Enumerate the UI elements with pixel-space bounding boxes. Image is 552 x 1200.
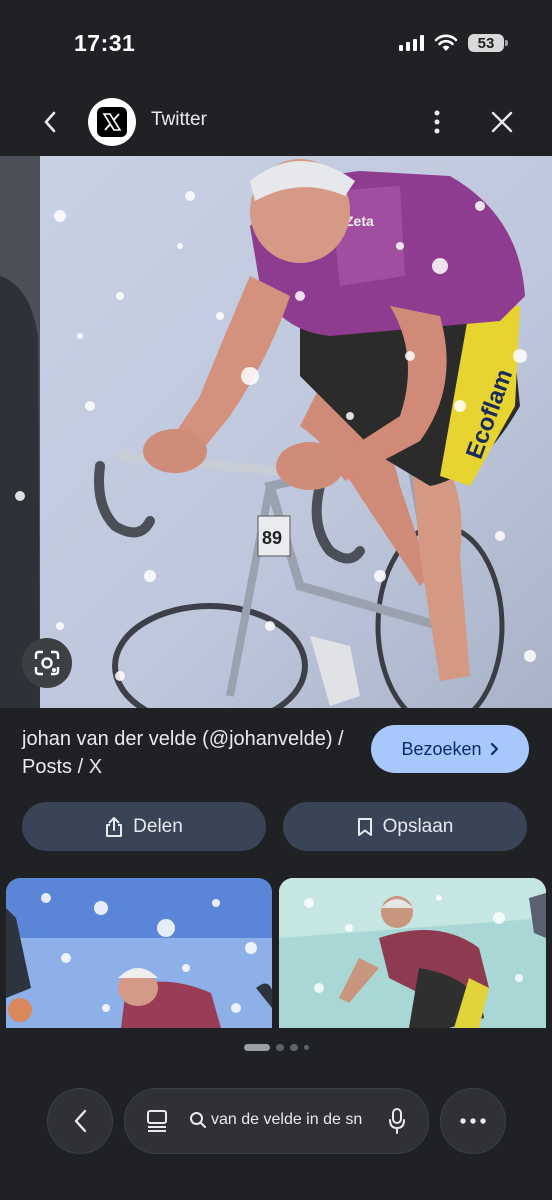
back-arrow-icon [74,1109,87,1133]
viewer-header: Twitter [0,90,552,154]
pager-dot-active [243,1044,270,1051]
more-horizontal-icon [460,1118,486,1124]
share-label: Delen [133,815,183,837]
search-bar[interactable]: van de velde in de sn [124,1088,429,1154]
more-button[interactable] [440,1088,506,1154]
status-bar: 17:31 53 [0,0,552,90]
chevron-right-icon [490,742,498,756]
visit-label: Bezoeken [401,738,482,759]
pager-dot [289,1044,298,1051]
status-time: 17:31 [74,30,136,56]
status-icons: 53 [399,34,508,52]
more-vertical-icon [434,110,440,134]
related-image-thumbnail[interactable] [6,878,272,1028]
tabs-icon[interactable] [145,1109,169,1133]
save-label: Opslaan [382,815,454,837]
result-title[interactable]: johan van der velde (@johanvelde) / Post… [22,725,352,781]
close-button[interactable] [482,102,522,142]
main-image[interactable]: 89 Ecoflam Zeta [0,156,552,708]
microphone-icon[interactable] [388,1107,406,1135]
x-logo-icon [97,107,127,137]
close-icon [491,111,513,133]
share-icon [106,816,123,837]
pager-dot [275,1044,284,1051]
lens-button[interactable] [22,638,72,688]
wifi-icon [434,34,458,51]
bottom-bar: van de velde in de sn [0,1088,552,1154]
save-button[interactable]: Opslaan [283,802,527,851]
svg-text:89: 89 [262,528,282,548]
back-button[interactable] [30,102,70,142]
share-button[interactable]: Delen [22,802,266,851]
bookmark-icon [357,817,372,836]
site-logo[interactable] [88,98,136,146]
more-options-button[interactable] [420,102,454,142]
cellular-signal-icon [399,35,424,51]
lens-icon [34,650,60,676]
back-arrow-icon [44,111,56,133]
search-icon [190,1112,206,1128]
image-pager [0,1044,552,1051]
site-name: Twitter [151,109,207,130]
pager-dot [303,1045,309,1050]
search-query[interactable]: van de velde in de sn [211,1111,371,1129]
related-image-thumbnail[interactable] [279,878,546,1028]
battery-level: 53 [477,34,495,52]
nav-back-button[interactable] [47,1088,113,1154]
battery-icon: 53 [468,34,508,52]
visit-button[interactable]: Bezoeken [371,725,529,773]
